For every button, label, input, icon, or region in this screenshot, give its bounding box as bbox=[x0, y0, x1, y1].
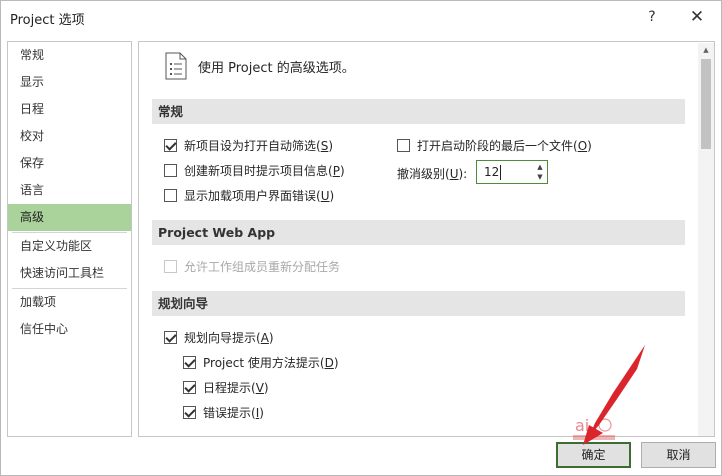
panel-heading: 使用 Project 的高级选项。 bbox=[198, 61, 355, 76]
prompt-project-info-option[interactable]: 创建新项目时提示项目信息(P) bbox=[164, 161, 345, 179]
category-nav: 常规 显示 日程 校对 保存 语言 高级 自定义功能区 快速访问工具栏 加载项 … bbox=[7, 41, 132, 437]
undo-levels-input[interactable]: 12 bbox=[484, 165, 499, 179]
prompt-project-info-checkbox[interactable] bbox=[164, 163, 177, 177]
nav-item-quick-access-toolbar[interactable]: 快速访问工具栏 bbox=[8, 260, 131, 287]
addin-ui-errors-checkbox[interactable] bbox=[164, 188, 177, 202]
document-list-icon bbox=[165, 52, 187, 80]
advanced-options-panel: 使用 Project 的高级选项。 常规 新项目设为打开自动筛选(S) 创建新项… bbox=[138, 41, 715, 437]
chevron-up-icon[interactable]: ▲ bbox=[698, 43, 714, 57]
close-icon[interactable]: ✕ bbox=[685, 5, 709, 29]
section-general-header: 常规 bbox=[152, 99, 685, 124]
nav-item-schedule[interactable]: 日程 bbox=[8, 96, 131, 123]
help-icon[interactable]: ? bbox=[641, 6, 663, 28]
spin-down-icon[interactable]: ▼ bbox=[533, 172, 547, 183]
nav-item-advanced[interactable]: 高级 bbox=[8, 204, 131, 231]
addin-ui-errors-option[interactable]: 显示加载项用户界面错误(U) bbox=[164, 186, 334, 204]
nav-item-addins[interactable]: 加载项 bbox=[8, 289, 131, 316]
planning-wizard-option[interactable]: 规划向导提示(A) bbox=[164, 328, 274, 346]
nav-item-customize-ribbon[interactable]: 自定义功能区 bbox=[8, 233, 131, 260]
nav-item-general[interactable]: 常规 bbox=[8, 42, 131, 69]
title-bar: Project 选项 ? ✕ bbox=[1, 1, 721, 32]
open-last-file-checkbox[interactable] bbox=[397, 138, 410, 152]
scrollbar-thumb[interactable] bbox=[701, 59, 711, 149]
undo-levels-label: 撤消级别(U): bbox=[397, 167, 468, 181]
auto-filter-checkbox[interactable] bbox=[164, 138, 177, 152]
section-pwa-header: Project Web App bbox=[152, 220, 685, 245]
undo-levels-spinner[interactable]: 12 ▲ ▼ bbox=[476, 160, 548, 184]
usage-tips-checkbox[interactable] bbox=[183, 355, 196, 369]
schedule-tips-option[interactable]: 日程提示(V) bbox=[183, 378, 269, 396]
vertical-scrollbar[interactable]: ▲ bbox=[698, 43, 714, 436]
reassign-tasks-option: 允许工作组成员重新分配任务 bbox=[164, 257, 340, 275]
nav-item-proofing[interactable]: 校对 bbox=[8, 123, 131, 150]
error-tips-option[interactable]: 错误提示(I) bbox=[183, 403, 264, 421]
ok-button[interactable]: 确定 bbox=[556, 442, 631, 468]
nav-item-trust-center[interactable]: 信任中心 bbox=[8, 316, 131, 343]
planning-wizard-checkbox[interactable] bbox=[164, 330, 177, 344]
nav-item-display[interactable]: 显示 bbox=[8, 69, 131, 96]
error-tips-checkbox[interactable] bbox=[183, 405, 196, 419]
usage-tips-option[interactable]: Project 使用方法提示(D) bbox=[183, 353, 339, 371]
schedule-tips-checkbox[interactable] bbox=[183, 380, 196, 394]
reassign-tasks-checkbox bbox=[164, 259, 177, 273]
text-caret bbox=[500, 165, 501, 180]
project-options-dialog: Project 选项 ? ✕ 常规 显示 日程 校对 保存 语言 高级 自定义功… bbox=[0, 0, 722, 476]
open-last-file-option[interactable]: 打开启动阶段的最后一个文件(O) bbox=[397, 136, 592, 154]
nav-item-save[interactable]: 保存 bbox=[8, 150, 131, 177]
auto-filter-option[interactable]: 新项目设为打开自动筛选(S) bbox=[164, 136, 333, 154]
nav-item-language[interactable]: 语言 bbox=[8, 177, 131, 204]
section-planning-wizard-header: 规划向导 bbox=[152, 291, 685, 316]
window-title: Project 选项 bbox=[10, 13, 85, 28]
cancel-button[interactable]: 取消 bbox=[641, 442, 716, 468]
